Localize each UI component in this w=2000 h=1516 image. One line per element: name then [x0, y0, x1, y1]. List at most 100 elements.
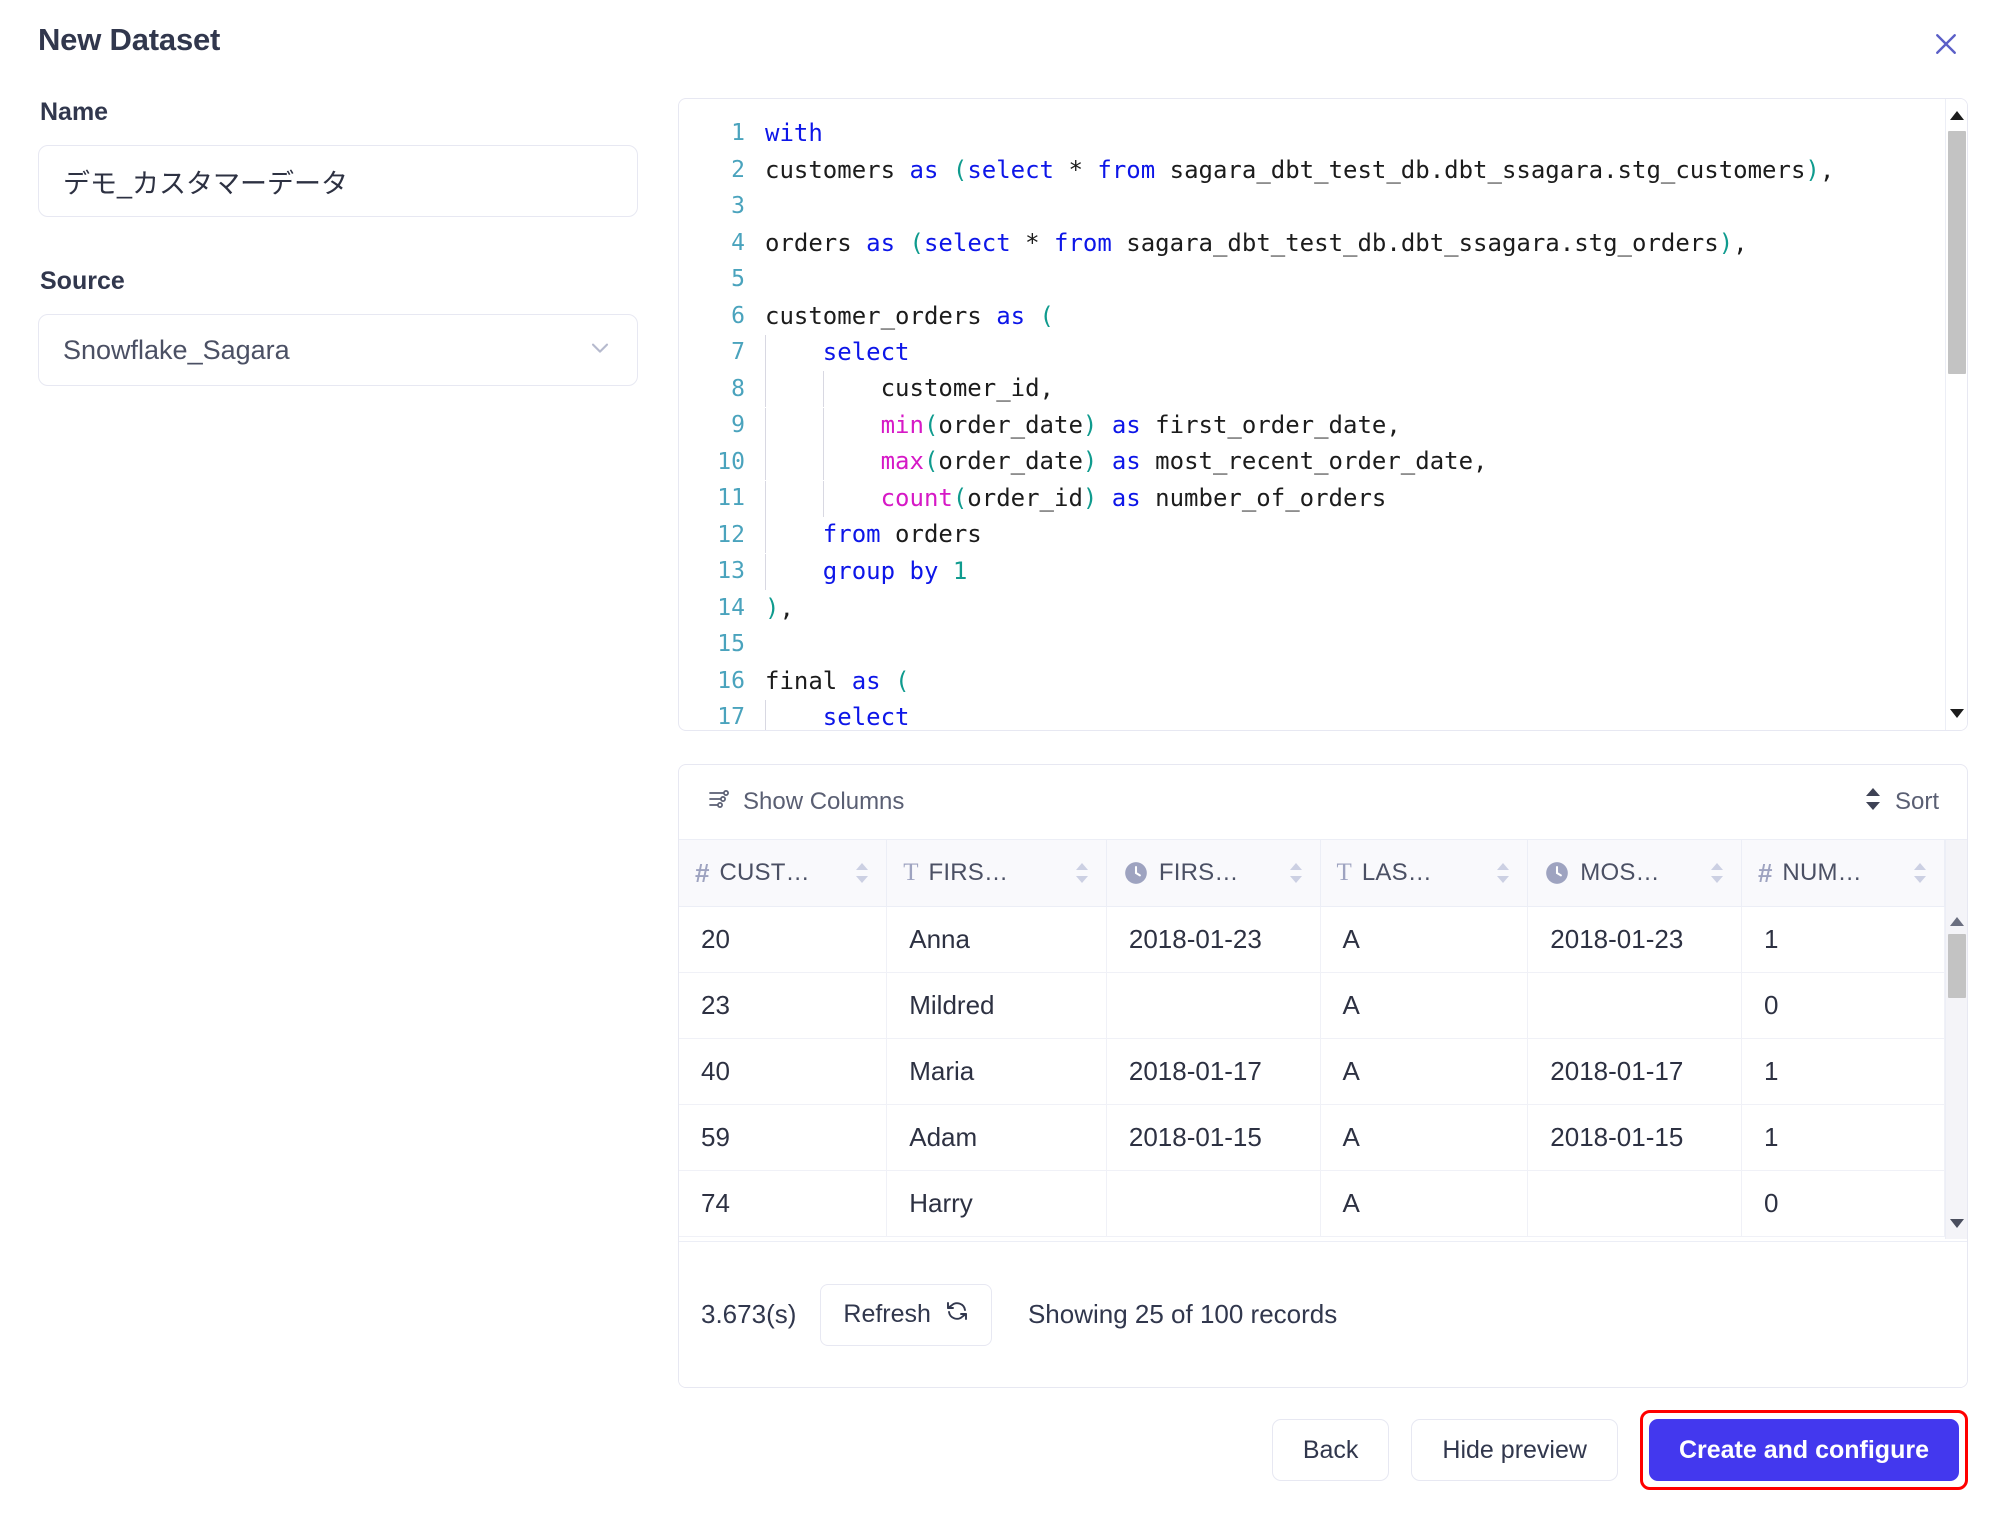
caret-up-icon[interactable]	[1946, 105, 1967, 127]
dataset-form: Name Source Snowflake_Sagara	[38, 98, 638, 386]
column-label: NUM…	[1782, 858, 1862, 886]
line-number: 9	[731, 412, 745, 438]
sort-button[interactable]: Sort	[1857, 785, 1945, 820]
refresh-label: Refresh	[843, 1300, 931, 1328]
code-line: 5	[679, 261, 1947, 298]
table-cell: Anna	[886, 906, 1107, 973]
column-label: MOS…	[1580, 858, 1660, 886]
show-columns-button[interactable]: Show Columns	[701, 786, 910, 819]
line-number: 16	[717, 667, 745, 694]
table-cell: 74	[679, 1170, 888, 1237]
line-number: 15	[717, 631, 745, 657]
table-scrollbar-thumb[interactable]	[1948, 934, 1966, 998]
line-number: 13	[717, 558, 745, 584]
code-line-text: with	[765, 119, 823, 147]
table-cell: Mildred	[886, 972, 1107, 1039]
column-sort-icon[interactable]	[1709, 862, 1725, 884]
query-timing: 3.673(s)	[701, 1299, 797, 1329]
code-line-text: min(order_date) as first_order_date,	[765, 407, 1947, 444]
table-cell: A	[1320, 1038, 1529, 1105]
code-line-text: customers as (select * from sagara_dbt_t…	[765, 155, 1835, 184]
code-line: 10 max(order_date) as most_recent_order_…	[679, 444, 1947, 481]
table-row[interactable]: 20 Anna 2018-01-23 A 2018-01-23 1	[679, 906, 1946, 973]
preview-table: # CUST… T FIRS… FIRS… T LAS… MOS… # NUM… 20 Anna 20…	[679, 840, 1946, 1237]
sort-icon	[1863, 786, 1883, 819]
data-preview-panel: Show Columns Sort # CUST… T FIRS… FIRS… T LAS……	[678, 764, 1968, 1388]
modal-action-bar: Back Hide preview Create and configure	[1271, 1410, 1968, 1490]
new-dataset-modal: New Dataset Name Source Snowflake_Sagara…	[0, 0, 2000, 1516]
column-label: FIRS…	[1158, 858, 1239, 886]
editor-scrollbar[interactable]	[1945, 99, 1967, 730]
code-line: 17 select	[679, 699, 1947, 730]
date-type-icon	[1544, 860, 1570, 886]
table-cell: A	[1320, 1104, 1529, 1171]
code-line-text: max(order_date) as most_recent_order_dat…	[765, 443, 1947, 481]
line-number: 7	[731, 339, 745, 365]
number-type-icon: #	[695, 857, 710, 888]
table-column-header[interactable]: FIRS…	[1106, 840, 1321, 907]
code-line-text: select	[765, 699, 1947, 730]
table-cell: 59	[679, 1104, 888, 1171]
code-line-text: orders as (select * from sagara_dbt_test…	[765, 228, 1748, 257]
close-icon[interactable]	[1924, 22, 1968, 66]
line-number: 10	[717, 448, 745, 475]
column-sort-icon[interactable]	[1495, 862, 1511, 884]
table-cell: 1	[1741, 1038, 1946, 1105]
table-cell: Maria	[886, 1038, 1107, 1105]
table-cell	[1527, 1170, 1742, 1237]
column-sort-icon[interactable]	[1912, 862, 1928, 884]
table-cell: A	[1320, 1170, 1529, 1237]
table-cell	[1527, 972, 1742, 1039]
table-column-header[interactable]: T FIRS…	[886, 840, 1107, 907]
table-cell: Adam	[886, 1104, 1107, 1171]
line-number: 4	[731, 229, 745, 256]
line-number: 12	[717, 521, 745, 548]
table-cell: 1	[1741, 906, 1946, 973]
caret-down-icon[interactable]	[1946, 702, 1967, 724]
line-number: 3	[731, 193, 745, 219]
refresh-button[interactable]: Refresh	[820, 1283, 992, 1346]
table-column-header[interactable]: T LAS…	[1320, 840, 1529, 907]
table-row[interactable]: 40 Maria 2018-01-17 A 2018-01-17 1	[679, 1038, 1946, 1105]
code-line: 12 from orders	[679, 517, 1947, 554]
line-number: 6	[731, 302, 745, 329]
table-body: 20 Anna 2018-01-23 A 2018-01-23 1 23 Mildred A 0 4…	[679, 906, 1946, 1237]
caret-down-icon[interactable]	[1946, 1212, 1967, 1234]
line-number: 5	[731, 266, 745, 292]
table-scrollbar[interactable]	[1945, 840, 1967, 1239]
source-select[interactable]: Snowflake_Sagara	[38, 314, 638, 386]
number-type-icon: #	[1757, 857, 1773, 888]
column-sort-icon[interactable]	[1074, 862, 1090, 884]
line-number: 2	[731, 156, 745, 183]
table-cell	[1106, 972, 1321, 1039]
table-cell: 2018-01-17	[1106, 1038, 1321, 1105]
code-line-text: customer_id,	[765, 370, 1947, 408]
table-cell: 20	[679, 906, 888, 973]
table-column-header[interactable]: # NUM…	[1741, 840, 1946, 907]
table-row[interactable]: 59 Adam 2018-01-15 A 2018-01-15 1	[679, 1104, 1946, 1171]
sql-code[interactable]: 1 with 2 customers as (select * from sagara…	[679, 115, 1947, 730]
code-line: 7 select	[679, 334, 1947, 371]
column-sort-icon[interactable]	[1288, 862, 1304, 884]
table-row[interactable]: 74 Harry A 0	[679, 1170, 1946, 1237]
caret-up-icon[interactable]	[1946, 910, 1967, 932]
preview-table-wrap: # CUST… T FIRS… FIRS… T LAS… MOS… # NUM… 20 Anna 20…	[679, 839, 1967, 1239]
column-label: CUST…	[719, 858, 810, 886]
hide-preview-button[interactable]: Hide preview	[1411, 1419, 1618, 1481]
table-cell: 2018-01-15	[1527, 1104, 1742, 1171]
back-button[interactable]: Back	[1271, 1419, 1390, 1481]
table-cell: 40	[679, 1038, 888, 1105]
table-cell: 2018-01-23	[1106, 906, 1321, 973]
table-column-header[interactable]: # CUST…	[679, 840, 888, 907]
table-row[interactable]: 23 Mildred A 0	[679, 972, 1946, 1039]
sql-editor-panel[interactable]: 1 with 2 customers as (select * from sagara…	[678, 98, 1968, 731]
preview-footer: 3.673(s) Refresh Showing 25 of 100 recor…	[679, 1241, 1967, 1387]
table-cell: 1	[1741, 1104, 1946, 1171]
dataset-name-input[interactable]	[38, 145, 638, 217]
line-number: 8	[731, 375, 745, 402]
editor-scrollbar-thumb[interactable]	[1948, 131, 1966, 374]
table-column-header[interactable]: MOS…	[1527, 840, 1742, 907]
name-label: Name	[40, 98, 109, 126]
create-and-configure-button[interactable]: Create and configure	[1648, 1419, 1959, 1481]
column-sort-icon[interactable]	[854, 862, 870, 884]
